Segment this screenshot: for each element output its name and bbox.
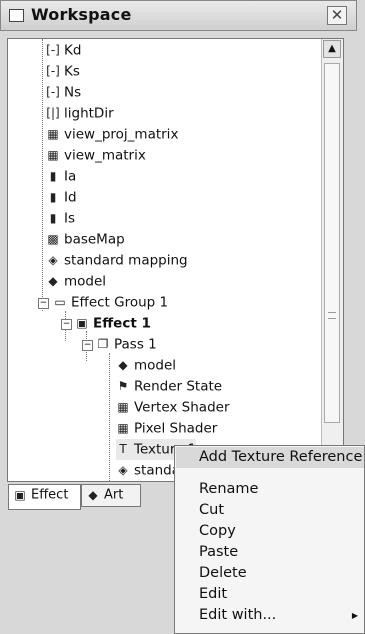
tree-item-view-proj-matrix[interactable]: ▦ view_proj_matrix <box>46 124 178 145</box>
menu-item-edit-with[interactable]: Edit with... ▶ <box>176 605 364 626</box>
color-icon: ▮ <box>49 190 57 204</box>
menu-item-cut[interactable]: Cut <box>176 500 364 521</box>
color-icon: ▮ <box>49 169 57 183</box>
menu-item-paste[interactable]: Paste <box>176 542 364 563</box>
tree-item-id[interactable]: ▮ Id <box>46 187 77 208</box>
menu-item-edit[interactable]: Edit <box>176 584 364 605</box>
window-title: Workspace <box>31 5 132 24</box>
tree-item-lightdir[interactable]: [|] lightDir <box>46 103 113 124</box>
scalar-icon: [-] <box>46 43 60 57</box>
tab-effect[interactable]: ▣ Effect <box>8 484 81 510</box>
workspace-titlebar: Workspace ✕ <box>0 0 357 31</box>
model-icon: ◆ <box>118 358 128 372</box>
pass-icon: ❐ <box>97 337 109 351</box>
tree-item-ks[interactable]: [-] Ks <box>46 61 80 82</box>
tree-item-effect-group-1[interactable]: ▭ Effect Group 1 <box>53 292 168 313</box>
effect-tab-icon: ▣ <box>14 488 26 502</box>
texture-object-icon: T <box>119 442 127 456</box>
stream-mapping-icon: ◈ <box>48 253 58 267</box>
scroll-up-button[interactable]: ▲ <box>323 40 341 58</box>
tab-art[interactable]: ◆ Art <box>81 484 141 507</box>
tree-item-model[interactable]: ◆ model <box>46 271 106 292</box>
context-menu: Add Texture Reference Rename Cut Copy Pa… <box>174 445 365 634</box>
tree-item-ia[interactable]: ▮ Ia <box>46 166 77 187</box>
tree-item-is[interactable]: ▮ Is <box>46 208 75 229</box>
tree-item-render-state[interactable]: ⚑ Render State <box>116 376 222 397</box>
menu-item-add-texture-reference[interactable]: Add Texture Reference <box>176 447 364 468</box>
scalar-icon: [-] <box>46 85 60 99</box>
vector-icon: [|] <box>46 106 60 120</box>
tree-item-vertex-shader[interactable]: ▦ Vertex Shader <box>116 397 229 418</box>
tree-guide-line <box>42 39 43 311</box>
tree-item-basemap[interactable]: ▩ baseMap <box>46 229 124 250</box>
render-state-icon: ⚑ <box>117 379 129 393</box>
tree-item-pass-1[interactable]: ❐ Pass 1 <box>96 334 157 355</box>
tree-item-kd[interactable]: [-] Kd <box>46 40 81 61</box>
tree-item-view-matrix[interactable]: ▦ view_matrix <box>46 145 146 166</box>
tree-item-pixel-shader[interactable]: ▦ Pixel Shader <box>116 418 217 439</box>
effect-icon: ▣ <box>76 316 88 330</box>
tree-scrollbar[interactable]: ▲ <box>321 39 343 481</box>
model-icon: ◆ <box>48 274 58 288</box>
color-icon: ▮ <box>49 211 57 225</box>
workspace-tree[interactable]: [-] Kd [-] Ks [-] Ns [|] lightDir ▦ view_proj… <box>7 38 344 482</box>
scalar-icon: [-] <box>46 64 60 78</box>
tree-item-effect-1[interactable]: ▣ Effect 1 <box>75 313 151 334</box>
close-button[interactable]: ✕ <box>327 6 347 25</box>
matrix-icon: ▦ <box>47 148 59 162</box>
stream-mapping-icon: ◈ <box>118 463 128 477</box>
submenu-arrow-icon: ▶ <box>351 611 358 620</box>
collapse-effect-button[interactable]: − <box>61 319 72 330</box>
window-icon <box>9 9 24 22</box>
collapse-pass-button[interactable]: − <box>82 340 93 351</box>
workspace-tabs: ▣ Effect ◆ Art <box>8 484 168 514</box>
scroll-thumb[interactable] <box>324 63 340 423</box>
shader-icon: ▦ <box>117 400 129 414</box>
folder-icon: ▭ <box>54 295 66 309</box>
art-tab-icon: ◆ <box>88 488 98 502</box>
tree-guide-line <box>109 353 110 481</box>
shader-icon: ▦ <box>117 421 129 435</box>
menu-item-copy[interactable]: Copy <box>176 521 364 542</box>
matrix-icon: ▦ <box>47 127 59 141</box>
scroll-grip-icon <box>328 312 336 319</box>
tree-item-ns[interactable]: [-] Ns <box>46 82 81 103</box>
texture-icon: ▩ <box>47 232 59 246</box>
menu-item-delete[interactable]: Delete <box>176 563 364 584</box>
menu-item-rename[interactable]: Rename <box>176 479 364 500</box>
tree-item-standard-mapping[interactable]: ◈ standard mapping <box>46 250 187 271</box>
collapse-effect-group-button[interactable]: − <box>38 298 49 309</box>
tree-item-pass-model[interactable]: ◆ model <box>116 355 176 376</box>
